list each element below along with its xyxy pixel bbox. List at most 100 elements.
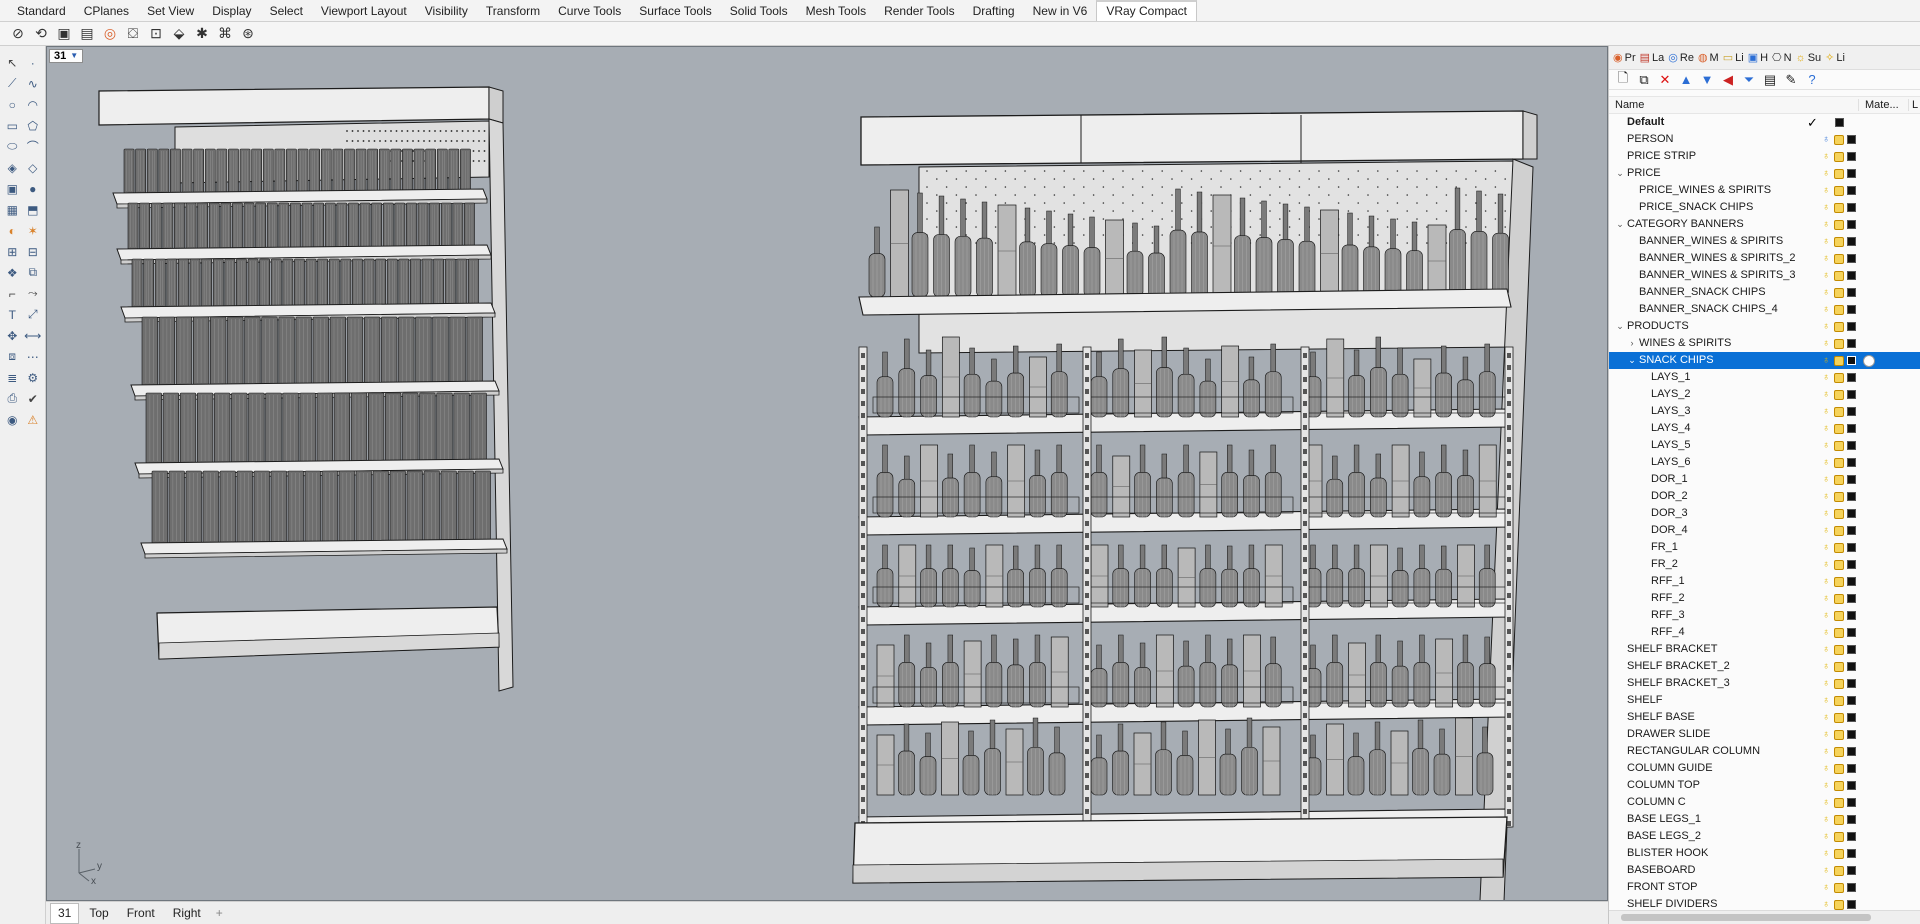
help-circle-icon[interactable]: ? bbox=[1804, 72, 1820, 87]
lock-icon[interactable] bbox=[1834, 474, 1844, 485]
tab-drafting[interactable]: Drafting bbox=[964, 0, 1024, 21]
lock-icon[interactable] bbox=[1834, 338, 1844, 349]
scale-icon[interactable]: ⤢ bbox=[24, 305, 43, 324]
layer-row[interactable]: LAYS_5 ♁ bbox=[1609, 437, 1920, 454]
layer-row[interactable]: BANNER_WINES & SPIRITS_3 ♁ bbox=[1609, 267, 1920, 284]
layer-row[interactable]: › WINES & SPIRITS ♁ bbox=[1609, 335, 1920, 352]
loft-icon[interactable]: ◇ bbox=[24, 158, 43, 177]
lock-icon[interactable] bbox=[1834, 865, 1844, 876]
tab-select[interactable]: Select bbox=[261, 0, 312, 21]
tab-set-view[interactable]: Set View bbox=[138, 0, 203, 21]
tab-new-in-v6[interactable]: New in V6 bbox=[1024, 0, 1097, 21]
viewport-tab-right[interactable]: Right bbox=[165, 903, 209, 924]
settings-icon[interactable]: ⊛ bbox=[238, 24, 258, 44]
panel-tab-properties[interactable]: ◉ Pr bbox=[1613, 51, 1636, 65]
visibility-bulb-icon[interactable]: ♁ bbox=[1821, 304, 1831, 315]
layer-color-swatch[interactable] bbox=[1847, 560, 1856, 569]
layer-color-swatch[interactable] bbox=[1847, 288, 1856, 297]
layer-color-swatch[interactable] bbox=[1847, 509, 1856, 518]
scrollbar-thumb[interactable] bbox=[1621, 914, 1871, 921]
pan-icon[interactable]: ⛋ bbox=[123, 24, 143, 44]
layer-color-swatch[interactable] bbox=[1847, 832, 1856, 841]
layer-color-swatch[interactable] bbox=[1847, 696, 1856, 705]
layer-color-swatch[interactable] bbox=[1847, 237, 1856, 246]
perspective-viewport[interactable]: 31 ▼ z y x bbox=[46, 46, 1608, 901]
visibility-bulb-icon[interactable]: ♁ bbox=[1821, 253, 1831, 264]
lock-icon[interactable] bbox=[1834, 321, 1844, 332]
array-icon[interactable]: ⧈ bbox=[3, 347, 22, 366]
render-tool-icon[interactable]: ◉ bbox=[3, 410, 22, 429]
layer-row[interactable]: BANNER_WINES & SPIRITS_2 ♁ bbox=[1609, 250, 1920, 267]
lock-icon[interactable] bbox=[1834, 763, 1844, 774]
layer-color-swatch[interactable] bbox=[1847, 815, 1856, 824]
layer-row[interactable]: SHELF BASE ♁ bbox=[1609, 709, 1920, 726]
layer-row[interactable]: BANNER_WINES & SPIRITS ♁ bbox=[1609, 233, 1920, 250]
visibility-bulb-icon[interactable]: ♁ bbox=[1821, 831, 1831, 842]
layer-color-swatch[interactable] bbox=[1847, 577, 1856, 586]
layer-row[interactable]: ⌄ PRICE ♁ bbox=[1609, 165, 1920, 182]
lock-icon[interactable] bbox=[1834, 508, 1844, 519]
lock-icon[interactable] bbox=[1834, 151, 1844, 162]
layer-row[interactable]: PERSON ♁ bbox=[1609, 131, 1920, 148]
layer-color-swatch[interactable] bbox=[1847, 849, 1856, 858]
visibility-bulb-icon[interactable]: ♁ bbox=[1821, 185, 1831, 196]
visibility-bulb-icon[interactable]: ♁ bbox=[1821, 780, 1831, 791]
expand-chevron-down-icon[interactable]: ⌄ bbox=[1615, 216, 1625, 233]
lock-icon[interactable] bbox=[1834, 304, 1844, 315]
tab-vray-compact[interactable]: VRay Compact bbox=[1096, 0, 1198, 21]
rectangle-icon[interactable]: ▭ bbox=[3, 116, 22, 135]
layer-color-swatch[interactable] bbox=[1835, 118, 1844, 127]
new-layer-icon[interactable]: 🗋 bbox=[1615, 69, 1631, 91]
visibility-bulb-icon[interactable]: ♁ bbox=[1821, 372, 1831, 383]
fillet-curve-icon[interactable]: ⌒ bbox=[24, 137, 43, 156]
layer-row[interactable]: RFF_1 ♁ bbox=[1609, 573, 1920, 590]
layer-row[interactable]: SHELF BRACKET_2 ♁ bbox=[1609, 658, 1920, 675]
layer-row[interactable]: SHELF BRACKET ♁ bbox=[1609, 641, 1920, 658]
layer-color-swatch[interactable] bbox=[1847, 645, 1856, 654]
lock-icon[interactable] bbox=[1834, 389, 1844, 400]
layer-row[interactable]: LAYS_1 ♁ bbox=[1609, 369, 1920, 386]
layer-color-swatch[interactable] bbox=[1847, 662, 1856, 671]
visibility-bulb-icon[interactable]: ♁ bbox=[1821, 219, 1831, 230]
visibility-bulb-icon[interactable]: ♁ bbox=[1821, 729, 1831, 740]
layer-row[interactable]: DOR_4 ♁ bbox=[1609, 522, 1920, 539]
layer-color-swatch[interactable] bbox=[1847, 475, 1856, 484]
layer-row[interactable]: LAYS_4 ♁ bbox=[1609, 420, 1920, 437]
layer-color-swatch[interactable] bbox=[1847, 611, 1856, 620]
lock-icon[interactable] bbox=[1834, 202, 1844, 213]
layer-row[interactable]: FR_2 ♁ bbox=[1609, 556, 1920, 573]
tab-solid-tools[interactable]: Solid Tools bbox=[721, 0, 797, 21]
lock-icon[interactable] bbox=[1834, 559, 1844, 570]
layer-color-swatch[interactable] bbox=[1847, 390, 1856, 399]
visibility-bulb-icon[interactable]: ♁ bbox=[1821, 797, 1831, 808]
warning-icon[interactable]: ⚠ bbox=[24, 410, 43, 429]
layer-row[interactable]: ⌄ PRODUCTS ♁ bbox=[1609, 318, 1920, 335]
visibility-bulb-icon[interactable]: ♁ bbox=[1821, 406, 1831, 417]
visibility-bulb-icon[interactable]: ♁ bbox=[1821, 746, 1831, 757]
layer-color-swatch[interactable] bbox=[1847, 458, 1856, 467]
panel-tab-light[interactable]: ✧ Li bbox=[1825, 51, 1845, 65]
open-file-icon[interactable]: ⟲ bbox=[31, 24, 51, 44]
check-icon[interactable]: ✔ bbox=[24, 389, 43, 408]
visibility-bulb-icon[interactable]: ♁ bbox=[1821, 134, 1831, 145]
layer-row[interactable]: BASE LEGS_1 ♁ bbox=[1609, 811, 1920, 828]
layer-row[interactable]: RFF_2 ♁ bbox=[1609, 590, 1920, 607]
layer-row[interactable]: DOR_3 ♁ bbox=[1609, 505, 1920, 522]
extrude-icon[interactable]: ⬒ bbox=[24, 200, 43, 219]
expand-chevron-down-icon[interactable]: ⌄ bbox=[1627, 352, 1637, 369]
join-icon[interactable]: ⊞ bbox=[3, 242, 22, 261]
visibility-bulb-icon[interactable]: ♁ bbox=[1821, 678, 1831, 689]
lock-icon[interactable] bbox=[1834, 355, 1844, 366]
orbit-icon[interactable]: ◎ bbox=[100, 24, 120, 44]
visibility-bulb-icon[interactable]: ♁ bbox=[1821, 814, 1831, 825]
viewport-title[interactable]: 31 ▼ bbox=[49, 49, 84, 63]
lock-icon[interactable] bbox=[1834, 457, 1844, 468]
split-icon[interactable]: ⊟ bbox=[24, 242, 43, 261]
lock-icon[interactable] bbox=[1834, 593, 1844, 604]
layer-color-swatch[interactable] bbox=[1847, 152, 1856, 161]
visibility-bulb-icon[interactable]: ♁ bbox=[1821, 236, 1831, 247]
layer-row[interactable]: Default ✓ bbox=[1609, 114, 1920, 131]
lock-icon[interactable] bbox=[1834, 831, 1844, 842]
lock-icon[interactable] bbox=[1834, 627, 1844, 638]
layer-color-swatch[interactable] bbox=[1847, 305, 1856, 314]
